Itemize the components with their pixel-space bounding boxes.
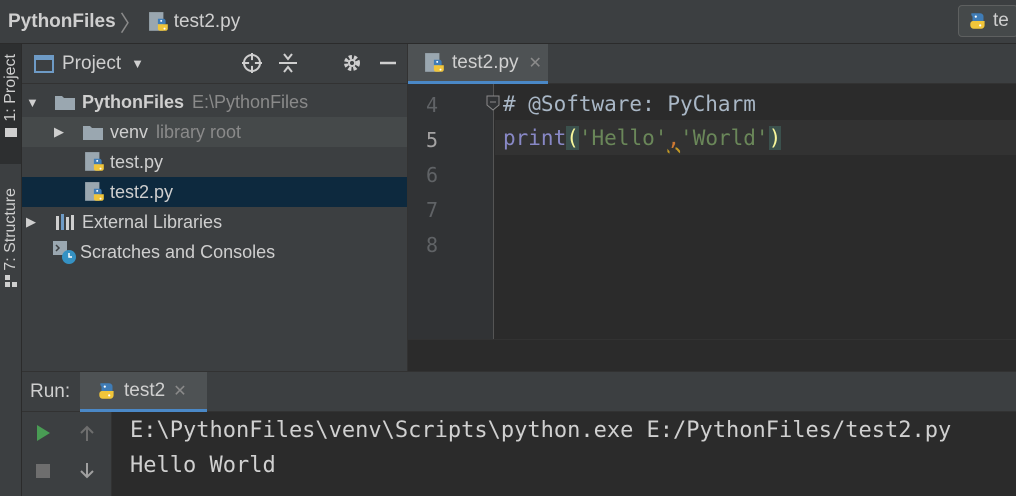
tool-tab-structure[interactable]: 7: Structure <box>0 180 21 300</box>
stop-icon[interactable] <box>34 462 52 480</box>
line-number: 5 <box>425 128 438 152</box>
line-number-gutter: 4 5 6 7 8 <box>408 84 500 339</box>
scratches-icon <box>53 241 76 264</box>
run-configuration-selector[interactable]: te <box>958 5 1016 37</box>
hide-panel-icon[interactable] <box>377 52 399 74</box>
code-function: print <box>503 126 567 150</box>
fold-marker-icon[interactable] <box>486 95 500 111</box>
tree-item-test2-py[interactable]: test2.py <box>22 177 407 207</box>
chevron-right-icon[interactable]: ▶ <box>26 214 40 230</box>
tree-item-label: Scratches and Consoles <box>80 241 276 262</box>
editor-tab-test2[interactable]: test2.py ✕ <box>408 44 548 84</box>
editor-tab-bar: test2.py ✕ <box>408 44 1016 84</box>
collapse-all-icon[interactable] <box>277 52 299 74</box>
python-file-icon <box>148 11 170 33</box>
line-number: 4 <box>425 93 438 117</box>
python-file-icon <box>84 181 106 203</box>
arrow-up-icon[interactable] <box>78 424 96 442</box>
tree-item-label: PythonFiles <box>82 91 185 112</box>
tree-item-label: test2.py <box>110 181 174 202</box>
locate-file-icon[interactable] <box>241 52 263 74</box>
tree-item-label: venv <box>110 121 149 142</box>
project-panel-header: Project ▼ <box>22 44 407 84</box>
tree-item-test-py[interactable]: test.py <box>22 147 407 177</box>
project-view-label[interactable]: Project <box>62 53 121 75</box>
run-configuration-label: te <box>993 10 1009 31</box>
code-editor[interactable]: test2.py ✕ 4 5 6 7 8 # @Software: PyChar… <box>407 44 1016 371</box>
project-view-icon <box>34 54 54 73</box>
python-logo-icon <box>96 380 118 402</box>
library-icon <box>56 214 74 230</box>
line-number: 8 <box>425 233 438 257</box>
line-number: 7 <box>425 198 438 222</box>
tool-tab-structure-label: 7: Structure <box>1 188 19 271</box>
chevron-down-icon[interactable]: ▼ <box>26 95 40 110</box>
tree-item-scratches[interactable]: Scratches and Consoles <box>22 237 407 267</box>
structure-icon <box>4 274 17 287</box>
code-comment-line: # @Software: PyCharm <box>503 92 756 116</box>
folder-icon <box>83 126 103 140</box>
close-icon[interactable]: ✕ <box>173 381 186 401</box>
line-number: 6 <box>425 163 438 187</box>
console-output-line: E:\PythonFiles\venv\Scripts\python.exe E… <box>130 418 952 443</box>
folder-icon <box>4 127 17 137</box>
python-file-icon <box>84 151 106 173</box>
editor-tab-label: test2.py <box>452 51 519 73</box>
project-tool-window: Project ▼ ▼ PythonFiles E:\PythonFiles ▶… <box>22 44 407 371</box>
play-icon[interactable] <box>34 424 52 442</box>
code-string: 'World' <box>680 126 769 150</box>
tool-tab-project-label: 1: Project <box>1 54 19 122</box>
run-panel-label: Run: <box>30 380 71 402</box>
python-logo-icon <box>967 10 989 32</box>
tree-item-path: E:\PythonFiles <box>192 91 309 112</box>
tree-item-hint: library root <box>156 121 242 142</box>
run-toolbar <box>22 412 112 496</box>
tree-item-venv[interactable]: ▶ venv library root <box>22 117 407 147</box>
close-icon[interactable]: ✕ <box>529 53 542 73</box>
chevron-right-icon[interactable]: ▶ <box>54 124 68 140</box>
code-comma-warning: , <box>667 126 681 150</box>
run-tab-test2[interactable]: test2 ✕ <box>80 372 207 412</box>
editor-horizontal-scrollbar[interactable] <box>408 339 1016 371</box>
breadcrumb-separator-icon: 〉 <box>119 10 142 36</box>
chevron-down-icon[interactable]: ▼ <box>131 56 144 71</box>
folder-icon <box>55 96 75 110</box>
run-panel-header: Run: test2 ✕ <box>22 372 1016 412</box>
code-print-line: print('Hello','World') <box>503 126 782 150</box>
breadcrumb-project[interactable]: PythonFiles <box>8 11 116 33</box>
navigation-bar: PythonFiles 〉 test2.py te <box>0 0 1016 44</box>
tree-item-pythonfiles[interactable]: ▼ PythonFiles E:\PythonFiles <box>22 87 407 117</box>
arrow-down-icon[interactable] <box>78 462 96 480</box>
tool-tab-project[interactable]: 1: Project <box>0 44 21 164</box>
run-tool-window: Run: test2 ✕ E:\PythonFiles\venv\Scripts… <box>22 371 1016 496</box>
tree-item-label: External Libraries <box>82 211 223 232</box>
breadcrumb-file[interactable]: test2.py <box>174 11 241 33</box>
tree-item-label: test.py <box>110 151 164 172</box>
python-file-icon <box>424 52 446 74</box>
left-tool-strip: 1: Project 7: Structure <box>0 44 22 496</box>
code-string: 'Hello' <box>578 126 668 150</box>
console-output-line: Hello World <box>130 453 276 478</box>
code-paren-open: ( <box>566 126 579 150</box>
tree-item-external-libraries[interactable]: ▶ External Libraries <box>22 207 407 237</box>
gear-icon[interactable] <box>341 52 363 74</box>
code-paren-close: ) <box>768 126 782 150</box>
run-tab-label: test2 <box>124 379 166 401</box>
